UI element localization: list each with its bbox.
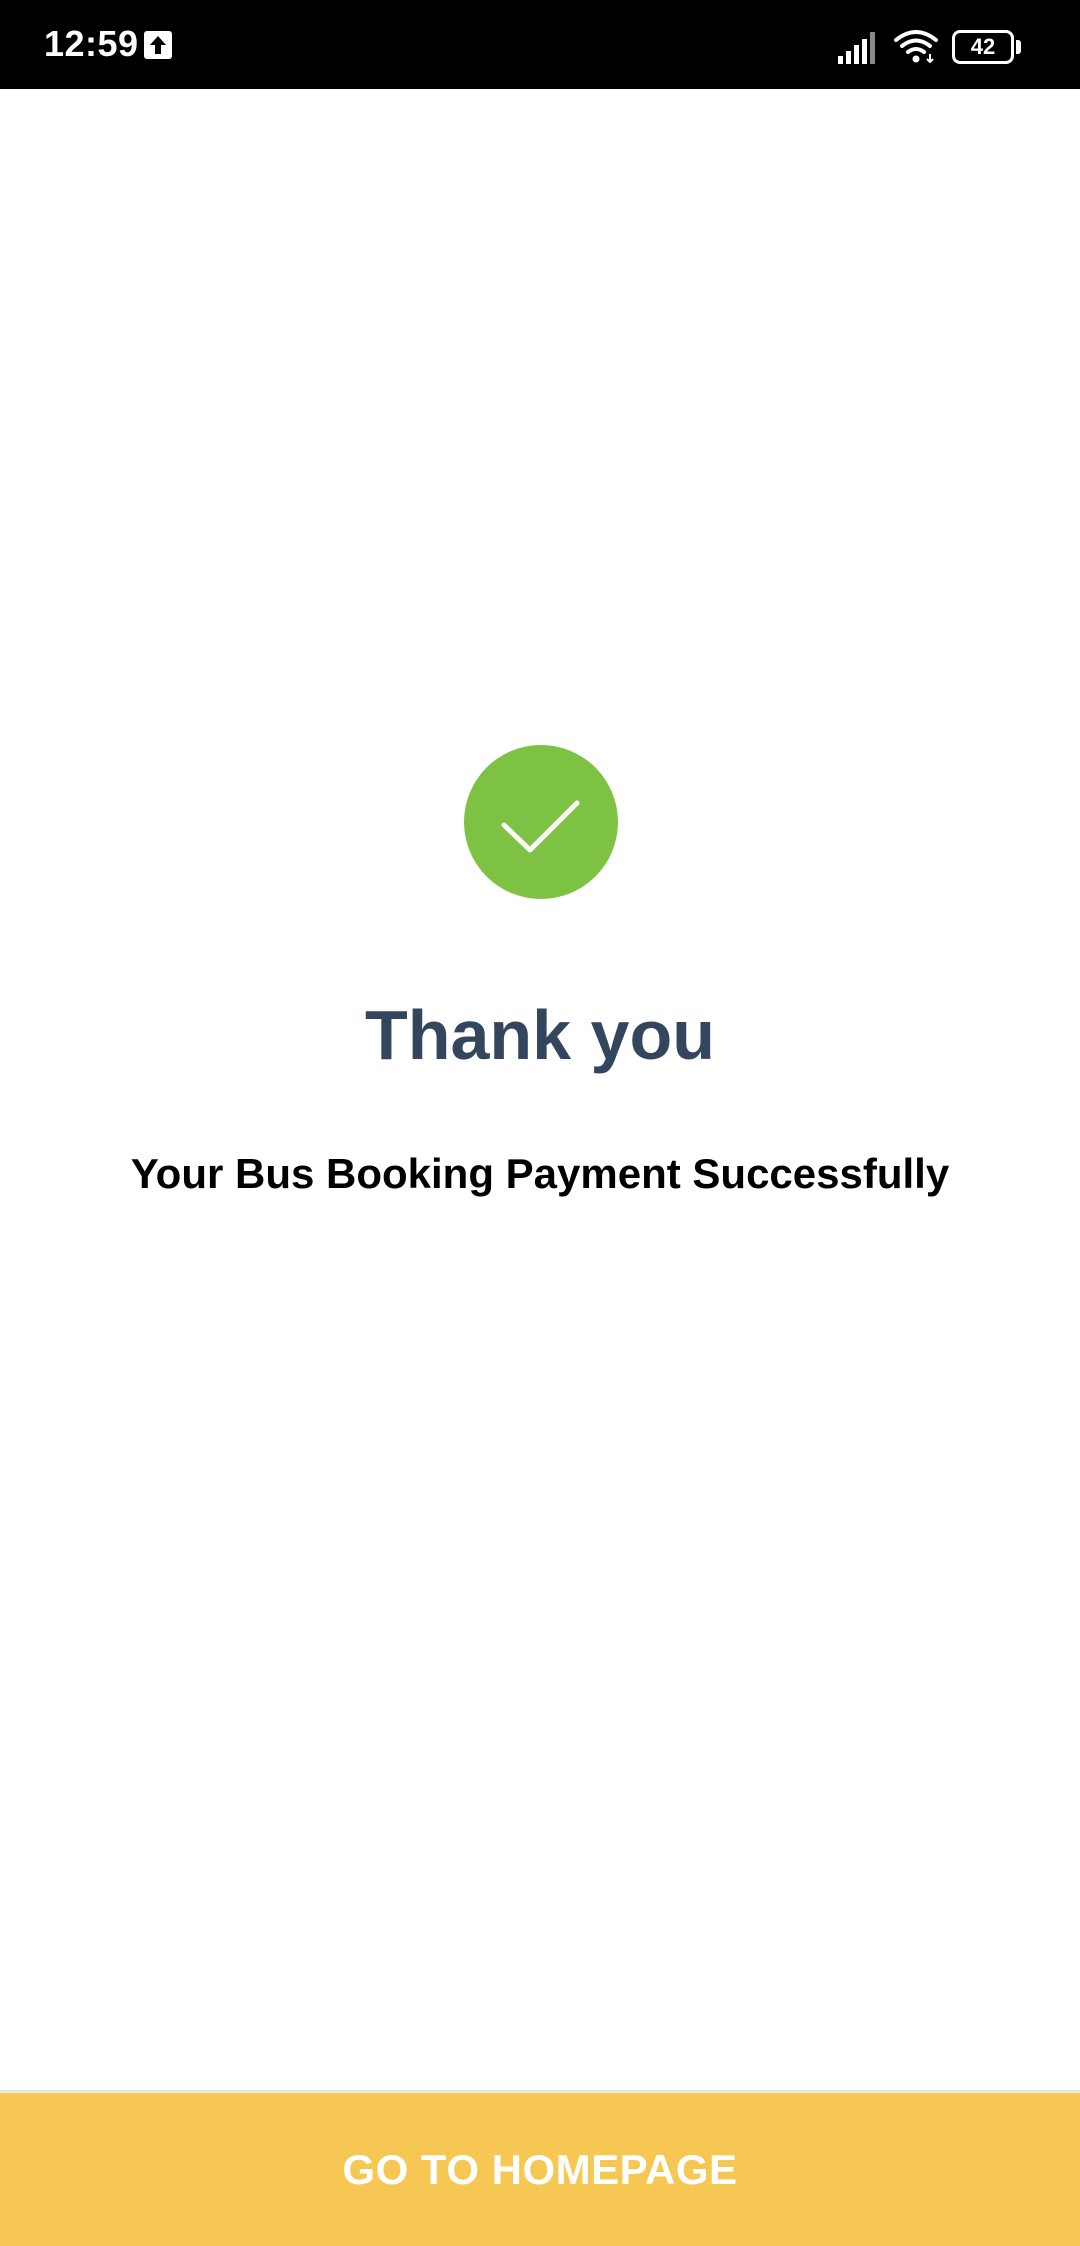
battery-level: 42: [970, 34, 996, 59]
upload-icon: [144, 31, 172, 59]
check-circle-icon: [464, 745, 618, 899]
confirmation-title: Thank you: [364, 996, 716, 1074]
go-to-homepage-button[interactable]: GO TO HOMEPAGE: [0, 2093, 1080, 2246]
wifi-icon: [894, 28, 938, 64]
battery-icon: 42: [952, 30, 1022, 64]
confirmation-message: Your Bus Booking Payment Successfully: [130, 1150, 950, 1197]
signal-icon: [838, 30, 880, 64]
status-time: 12:59: [44, 23, 139, 64]
payment-success-screen: 12:59 42 Thank you Your Bus Booking Paym…: [0, 0, 1080, 2246]
status-bar: 12:59 42: [0, 0, 1080, 89]
